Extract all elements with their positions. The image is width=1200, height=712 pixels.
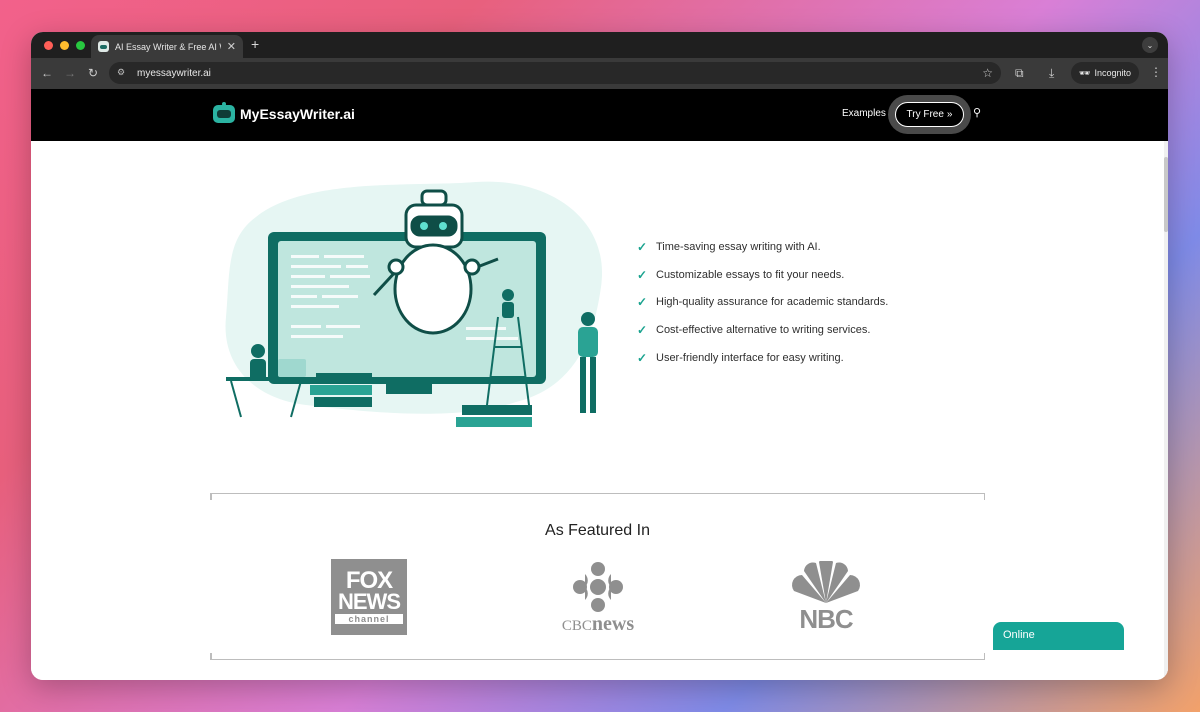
check-icon: ✓	[637, 267, 648, 282]
double-chevron-right-icon: »	[946, 109, 953, 120]
browser-toolbar: ← → ↻ ⚙ myessaywriter.ai ☆ ⧉ ⤓ 🕶 Incogni…	[31, 58, 1168, 89]
site-logo[interactable]: MyEssayWriter.ai	[213, 102, 355, 123]
minimize-window-button[interactable]	[60, 41, 69, 50]
incognito-label: Incognito	[1094, 68, 1131, 78]
press-logos: FOX NEWS channel CBCnews NBC	[210, 557, 985, 638]
download-icon[interactable]: ⤓	[1049, 66, 1054, 81]
floor-books	[456, 405, 532, 427]
back-arrow-icon[interactable]: ←	[41, 66, 53, 80]
chat-online-widget[interactable]: Online	[993, 622, 1124, 650]
try-free-button[interactable]: Try Free »	[895, 102, 964, 127]
page-content: ✓ Time-saving essay writing with AI. ✓ Cus…	[31, 141, 1168, 680]
list-item: ✓ User-friendly interface for easy writin…	[637, 344, 888, 372]
address-bar[interactable]: ⚙ myessaywriter.ai ☆	[109, 62, 1001, 84]
featured-in-section: As Featured In FOX NEWS channel CBCnews …	[210, 493, 985, 660]
try-free-focus-ring: Try Free »	[888, 95, 971, 134]
list-item: ✓ Cost-effective alternative to writing s…	[637, 316, 888, 344]
feature-text: Cost-effective alternative to writing se…	[656, 323, 871, 336]
nbc-peacock-icon	[792, 557, 860, 603]
check-icon: ✓	[637, 239, 648, 254]
try-free-label: Try Free	[906, 109, 944, 120]
cbc-news-logo: CBCnews	[558, 561, 638, 635]
tab-title: AI Essay Writer & Free AI Wri	[115, 41, 221, 52]
browser-window: AI Essay Writer & Free AI Wri ✕ + ⌄ ← → …	[31, 32, 1168, 680]
list-item: ✓ Customizable essays to fit your needs.	[637, 261, 888, 289]
scrollbar-thumb[interactable]	[1164, 157, 1168, 232]
nbc-logo: NBC	[788, 557, 864, 635]
user-account-icon[interactable]: ⚲	[973, 106, 981, 119]
chat-status-label: Online	[1003, 629, 1035, 641]
tab-strip: AI Essay Writer & Free AI Wri ✕ + ⌄	[31, 32, 1168, 58]
check-icon: ✓	[637, 295, 648, 310]
nav-examples-link[interactable]: Examples	[842, 108, 886, 119]
fox-news-logo: FOX NEWS channel	[331, 559, 407, 635]
robot-eye-left	[420, 222, 428, 230]
tab-active[interactable]: AI Essay Writer & Free AI Wri ✕	[91, 35, 243, 58]
check-icon: ✓	[637, 350, 648, 365]
feature-text: Time-saving essay writing with AI.	[656, 240, 821, 253]
cbc-gem-icon	[573, 562, 623, 612]
page-scrollbar[interactable]	[1164, 141, 1168, 680]
browser-menu-icon[interactable]: ⋮	[1150, 65, 1162, 79]
feature-text: Customizable essays to fit your needs.	[656, 268, 845, 281]
extensions-puzzle-icon[interactable]: ⧉	[1015, 66, 1024, 81]
forward-arrow-icon[interactable]: →	[64, 66, 76, 80]
close-tab-icon[interactable]: ✕	[227, 40, 236, 53]
tab-search-chevron-icon[interactable]: ⌄	[1142, 37, 1158, 53]
new-tab-button[interactable]: +	[251, 36, 259, 52]
site-header: MyEssayWriter.ai Examples Try Free » ⚲	[31, 89, 1168, 141]
site-settings-icon[interactable]: ⚙	[117, 67, 129, 79]
robot-illustration	[225, 181, 603, 427]
list-item: ✓ High-quality assurance for academic sta…	[637, 288, 888, 316]
feature-text: High-quality assurance for academic stan…	[656, 296, 889, 309]
feature-text: User-friendly interface for easy writing…	[656, 351, 844, 364]
reload-icon[interactable]: ↻	[88, 66, 98, 80]
check-icon: ✓	[637, 322, 648, 337]
incognito-icon: 🕶	[1079, 67, 1091, 78]
window-controls	[44, 41, 85, 50]
close-window-button[interactable]	[44, 41, 53, 50]
bookmark-star-icon[interactable]: ☆	[982, 66, 993, 80]
robot-eye-right	[439, 222, 447, 230]
ladder-person	[502, 289, 514, 318]
book-stack	[310, 373, 372, 407]
incognito-indicator[interactable]: 🕶 Incognito	[1071, 62, 1139, 84]
url-text[interactable]: myessaywriter.ai	[137, 68, 974, 79]
monitor-stand	[386, 384, 432, 394]
logo-text: MyEssayWriter.ai	[240, 106, 355, 122]
list-item: ✓ Time-saving essay writing with AI.	[637, 233, 888, 261]
feature-list: ✓ Time-saving essay writing with AI. ✓ Cus…	[637, 233, 888, 371]
featured-heading: As Featured In	[545, 522, 650, 539]
robot-logo-icon	[213, 102, 235, 123]
maximize-window-button[interactable]	[76, 41, 85, 50]
robot-favicon-icon	[98, 41, 109, 52]
